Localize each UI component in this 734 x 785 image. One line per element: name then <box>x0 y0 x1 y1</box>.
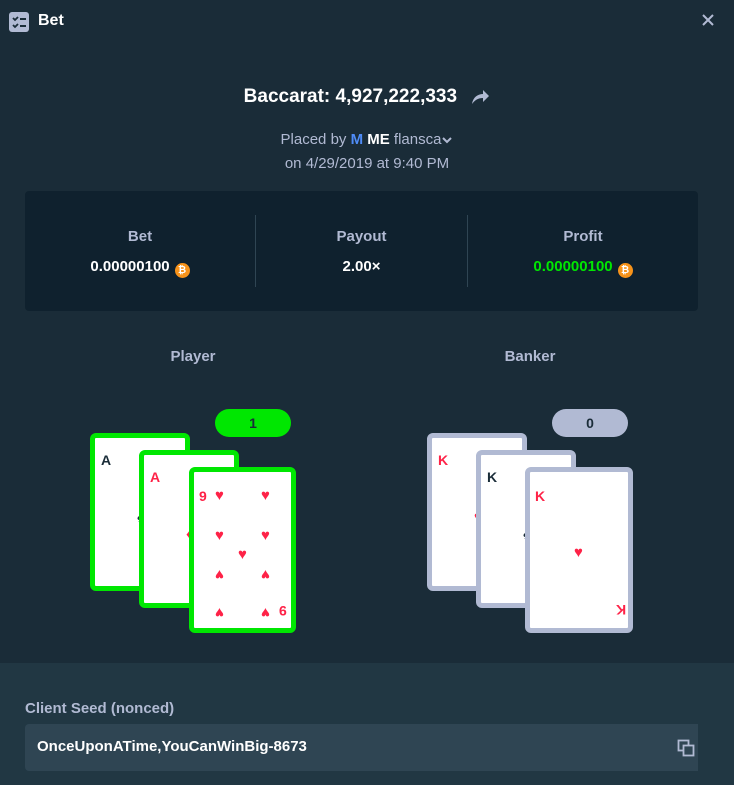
bitcoin-icon: ₿ <box>617 263 633 278</box>
player-card-3: 9 ♥ ♥ ♥ ♥ ♥ ♥ ♥ ♥ ♥ 9 <box>189 467 296 633</box>
heart-icon: ♥ <box>261 604 270 621</box>
banker-card-3: K ♥ K <box>525 467 633 633</box>
heart-icon: ♥ <box>261 487 270 504</box>
bet-value: 0.00000100 ₿ <box>25 258 255 278</box>
bitcoin-icon: ₿ <box>174 263 190 278</box>
card-rank: K <box>487 469 498 485</box>
heart-icon: ♥ <box>238 546 247 563</box>
placed-by-prefix: Placed by <box>280 131 347 148</box>
heart-icon: ♥ <box>261 566 270 583</box>
card-rank-bottom: 9 <box>279 603 287 619</box>
close-icon[interactable] <box>700 12 716 28</box>
chevron-down-icon[interactable] <box>441 135 453 145</box>
player-score: 1 <box>215 409 291 437</box>
checklist-icon <box>9 12 29 32</box>
user-name-bold[interactable]: ME <box>367 131 390 148</box>
profit-value: 0.00000100 ₿ <box>468 258 698 278</box>
card-rank: 9 <box>199 488 207 504</box>
client-seed-field[interactable]: OnceUponATime,YouCanWinBig-8673 <box>25 724 698 771</box>
copy-button[interactable] <box>674 724 698 771</box>
heart-icon: ♥ <box>261 527 270 544</box>
bet-amount: 0.00000100 <box>90 258 170 275</box>
client-seed-value[interactable]: OnceUponATime,YouCanWinBig-8673 <box>37 738 307 755</box>
modal-title: Bet <box>38 12 64 29</box>
bet-title: Baccarat: 4,927,222,333 <box>0 86 734 108</box>
user-name[interactable]: flansca <box>394 131 442 148</box>
heart-icon: ♥ <box>574 544 583 561</box>
card-rank: A <box>150 469 161 485</box>
stats-panel: Bet 0.00000100 ₿ Payout 2.00× Profit 0.00… <box>25 191 698 311</box>
heart-icon: ♥ <box>215 527 224 544</box>
stat-payout: Payout 2.00× <box>256 191 467 311</box>
copy-icon[interactable] <box>677 739 695 757</box>
player-label: Player <box>170 348 216 365</box>
payout-value: 2.00× <box>342 258 381 275</box>
heart-icon: ♥ <box>215 566 224 583</box>
user-badge: M <box>350 131 364 148</box>
payout-label: Payout <box>336 228 387 245</box>
bet-label: Bet <box>127 228 153 245</box>
card-rank: A <box>101 452 112 468</box>
share-icon[interactable] <box>470 88 490 106</box>
placed-by: Placed by M ME flansca <box>0 131 734 148</box>
heart-icon: ♥ <box>215 487 224 504</box>
profit-label: Profit <box>563 228 603 245</box>
client-seed-label: Client Seed (nonced) <box>25 700 175 717</box>
card-rank: K <box>535 488 546 504</box>
stat-profit: Profit 0.00000100 ₿ <box>468 191 698 311</box>
stat-bet: Bet 0.00000100 ₿ <box>25 191 255 311</box>
bet-title-text: Baccarat: 4,927,222,333 <box>243 86 458 107</box>
profit-amount: 0.00000100 <box>533 258 613 275</box>
card-rank-bottom: K <box>616 602 627 618</box>
banker-score: 0 <box>552 409 628 437</box>
bet-date: on 4/29/2019 at 9:40 PM <box>284 155 450 172</box>
card-rank: K <box>438 452 449 468</box>
heart-icon: ♥ <box>215 604 224 621</box>
banker-label: Banker <box>504 348 556 365</box>
modal-header: Bet <box>0 0 734 44</box>
